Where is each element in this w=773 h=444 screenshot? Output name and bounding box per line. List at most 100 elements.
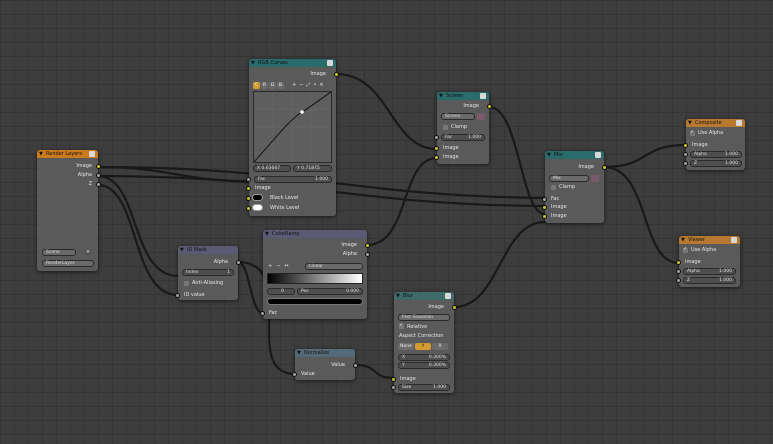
alpha-field[interactable]: Alpha 1.000 bbox=[690, 151, 742, 158]
aspect-x-button[interactable]: X bbox=[432, 343, 448, 350]
input-image-socket[interactable] bbox=[246, 186, 251, 191]
mix-header[interactable]: ▼ Mix bbox=[545, 151, 604, 159]
collapse-arrow-icon[interactable]: ▼ bbox=[39, 150, 43, 158]
z-field[interactable]: Z 1.000 bbox=[690, 160, 742, 167]
curve-point[interactable] bbox=[300, 110, 304, 114]
white-level-swatch[interactable] bbox=[252, 204, 263, 211]
collapse-arrow-icon[interactable]: ▼ bbox=[297, 349, 301, 357]
aspect-y-button[interactable]: Y bbox=[415, 343, 431, 350]
blend-mode-dropdown[interactable]: Mix bbox=[549, 175, 589, 182]
color-ramp-bar[interactable] bbox=[267, 273, 363, 284]
idmask-node[interactable]: ▼ ID Mask Alpha Index 1 Anti-Aliasing ID v… bbox=[175, 246, 241, 300]
render-icon[interactable] bbox=[731, 237, 737, 243]
output-image-socket[interactable] bbox=[365, 243, 370, 248]
input-image-socket[interactable] bbox=[683, 143, 688, 148]
channel-g-button[interactable]: G bbox=[269, 82, 276, 89]
input-fac-socket[interactable] bbox=[434, 135, 439, 140]
collapse-arrow-icon[interactable]: ▼ bbox=[251, 59, 255, 67]
viewer-header[interactable]: ▼ Viewer bbox=[679, 236, 740, 244]
use-alpha-checkbox[interactable] bbox=[683, 246, 688, 253]
alpha-icon[interactable] bbox=[477, 113, 485, 120]
alpha-icon[interactable] bbox=[591, 175, 599, 182]
render-layers-header[interactable]: ▼ Render Layers bbox=[37, 150, 98, 158]
input-fac-socket[interactable] bbox=[542, 197, 547, 202]
input-alpha-socket[interactable] bbox=[676, 269, 681, 274]
collapse-arrow-icon[interactable]: ▼ bbox=[265, 230, 269, 238]
stop-color-swatch[interactable] bbox=[267, 298, 363, 305]
input-id-value-socket[interactable] bbox=[175, 293, 180, 298]
render-layer-selector[interactable]: RenderLayer bbox=[42, 260, 94, 267]
filter-type-dropdown[interactable]: Fast Gaussian bbox=[398, 314, 450, 321]
input-white-level-socket[interactable] bbox=[246, 206, 251, 211]
scene-selector[interactable]: Scene bbox=[42, 249, 76, 256]
alpha-field[interactable]: Alpha 1.000 bbox=[683, 268, 736, 275]
output-alpha-socket[interactable] bbox=[96, 173, 101, 178]
input-value-socket[interactable] bbox=[292, 372, 297, 377]
fac-field[interactable]: Fac 1.000 bbox=[254, 176, 332, 183]
curve-tools[interactable]: +−⤢•✕ bbox=[292, 82, 327, 88]
channel-r-button[interactable]: R bbox=[261, 82, 268, 89]
relative-checkbox[interactable] bbox=[399, 322, 404, 329]
ramp-tools[interactable]: +−↔ bbox=[268, 263, 293, 269]
rgb-curves-node[interactable]: ▼ RGB Curves Image C R G B +−⤢•✕ X 0.6366… bbox=[246, 59, 339, 216]
blur-header[interactable]: ▼ Blur bbox=[394, 292, 454, 300]
channel-b-button[interactable]: B bbox=[277, 82, 284, 89]
x-field[interactable]: X 0.300% bbox=[398, 354, 450, 361]
coord-x-field[interactable]: X 0.63667 bbox=[253, 165, 291, 172]
idmask-header[interactable]: ▼ ID Mask bbox=[178, 246, 238, 254]
flip-icon[interactable]: ↔ bbox=[284, 263, 292, 269]
input-alpha-socket[interactable] bbox=[683, 152, 688, 157]
blur-node[interactable]: ▼Blur Image Fast Gaussian Relative Aspec… bbox=[391, 292, 457, 393]
render-icon[interactable] bbox=[736, 120, 742, 126]
render-icon[interactable] bbox=[445, 293, 451, 299]
input-image-2-socket[interactable] bbox=[542, 214, 547, 219]
colorramp-header[interactable]: ▼ ColorRamp bbox=[263, 230, 367, 238]
collapse-arrow-icon[interactable]: ▼ bbox=[396, 292, 400, 300]
z-field[interactable]: Z 1.000 bbox=[683, 277, 736, 284]
anti-aliasing-checkbox[interactable] bbox=[184, 281, 189, 286]
screen-node[interactable]: ▼ Screen Image Screen Clamp Fac 1.000 Imag… bbox=[434, 92, 492, 164]
input-size-socket[interactable] bbox=[391, 385, 396, 390]
input-z-socket[interactable] bbox=[676, 278, 681, 283]
render-layers-node[interactable]: ▼ Render Layers Image Alpha Z Scene ✕ Ren… bbox=[37, 150, 101, 271]
input-black-level-socket[interactable] bbox=[246, 196, 251, 201]
channel-c-button[interactable]: C bbox=[253, 82, 260, 89]
input-image-1-socket[interactable] bbox=[542, 205, 547, 210]
stop-index-field[interactable]: 0 bbox=[267, 288, 295, 295]
viewer-node[interactable]: ▼Viewer Use Alpha Image Alpha 1.000 Z 1.00… bbox=[676, 236, 740, 287]
render-icon[interactable] bbox=[89, 151, 95, 157]
collapse-arrow-icon[interactable]: ▼ bbox=[688, 119, 692, 127]
render-icon[interactable] bbox=[595, 152, 601, 158]
fac-field[interactable]: Fac 1.000 bbox=[441, 134, 485, 141]
add-stop-icon[interactable]: + bbox=[268, 263, 276, 269]
input-image-socket[interactable] bbox=[391, 377, 396, 382]
coord-y-field[interactable]: Y 0.71875 bbox=[293, 165, 332, 172]
mix-node[interactable]: ▼ Mix Image Mix Clamp Fac Image Image bbox=[542, 151, 607, 223]
input-image-2-socket[interactable] bbox=[434, 155, 439, 160]
black-level-swatch[interactable] bbox=[252, 194, 263, 201]
input-z-socket[interactable] bbox=[683, 161, 688, 166]
curve-graph[interactable] bbox=[253, 91, 332, 163]
output-image-socket[interactable] bbox=[452, 305, 457, 310]
collapse-arrow-icon[interactable]: ▼ bbox=[180, 246, 184, 254]
output-image-socket[interactable] bbox=[602, 165, 607, 170]
composite-header[interactable]: ▼ Composite bbox=[686, 119, 745, 127]
normalize-node[interactable]: ▼ Normalize Value Value bbox=[292, 349, 358, 380]
clamp-checkbox[interactable] bbox=[443, 125, 448, 130]
output-image-socket[interactable] bbox=[96, 164, 101, 169]
clamp-checkbox[interactable] bbox=[551, 185, 556, 190]
output-alpha-socket[interactable] bbox=[236, 260, 241, 265]
interpolation-dropdown[interactable]: Linear bbox=[305, 263, 363, 270]
input-fac-socket[interactable] bbox=[260, 311, 265, 316]
render-icon[interactable] bbox=[327, 60, 333, 66]
render-icon[interactable] bbox=[480, 93, 486, 99]
index-field[interactable]: Index 1 bbox=[182, 269, 234, 276]
rgb-curves-header[interactable]: ▼ RGB Curves bbox=[249, 59, 336, 67]
normalize-header[interactable]: ▼ Normalize bbox=[295, 349, 355, 357]
input-image-1-socket[interactable] bbox=[434, 146, 439, 151]
input-image-socket[interactable] bbox=[676, 260, 681, 265]
colorramp-node[interactable]: ▼ ColorRamp Image Alpha +−↔ Linear 0 Pos 0… bbox=[260, 230, 370, 319]
collapse-arrow-icon[interactable]: ▼ bbox=[547, 151, 551, 159]
collapse-arrow-icon[interactable]: ▼ bbox=[681, 236, 685, 244]
close-icon[interactable]: ✕ bbox=[84, 249, 92, 256]
